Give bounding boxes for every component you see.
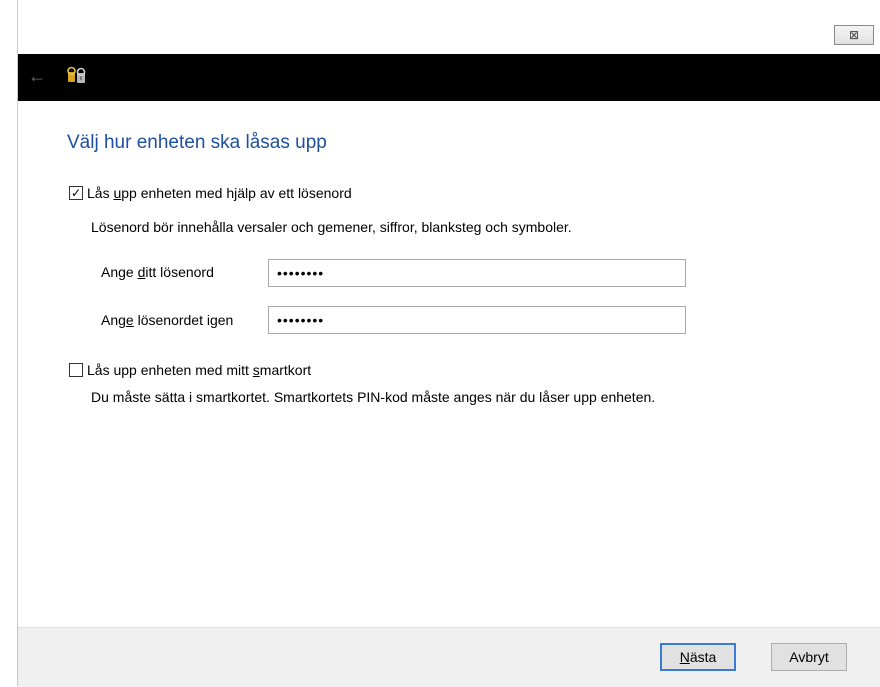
next-button-label: Nästa [679, 649, 717, 665]
bitlocker-dialog: ⊠ ← Välj hur enheten ska låsas upp ✓ Lås… [0, 0, 880, 687]
smartcard-checkbox[interactable] [69, 363, 83, 377]
smartcard-description: Du måste sätta i smartkortet. Smartkorte… [91, 389, 656, 405]
back-arrow-icon[interactable]: ← [28, 66, 46, 87]
repeat-password-input[interactable]: •••••••• [268, 306, 686, 334]
password-checkbox[interactable]: ✓ [69, 186, 83, 200]
password-option-label: Lås upp enheten med hjälp av ett lösenor… [87, 185, 352, 201]
window-left-border [0, 0, 18, 686]
close-icon: ⊠ [848, 28, 860, 42]
repeat-password-label: Ange lösenordet igen [101, 312, 234, 328]
page-title: Välj hur enheten ska låsas upp [67, 132, 327, 153]
title-bar [18, 0, 880, 54]
navigation-bar: ← [18, 54, 880, 101]
checkmark-icon: ✓ [70, 186, 82, 200]
cancel-button[interactable]: Avbryt [771, 643, 847, 671]
enter-password-label: Ange ditt lösenord [101, 264, 214, 280]
password-option[interactable]: ✓ Lås upp enheten med hjälp av ett lösen… [69, 185, 352, 201]
dialog-footer [18, 627, 880, 687]
next-button[interactable]: Nästa [660, 643, 736, 671]
smartcard-option-label: Lås upp enheten med mitt smartkort [87, 362, 312, 378]
close-button[interactable]: ⊠ [834, 25, 874, 45]
smartcard-option[interactable]: Lås upp enheten med mitt smartkort [69, 362, 311, 378]
enter-password-input[interactable]: •••••••• [268, 259, 686, 287]
password-description: Lösenord bör innehålla versaler och geme… [91, 219, 572, 235]
bitlocker-keys-icon [67, 66, 86, 83]
